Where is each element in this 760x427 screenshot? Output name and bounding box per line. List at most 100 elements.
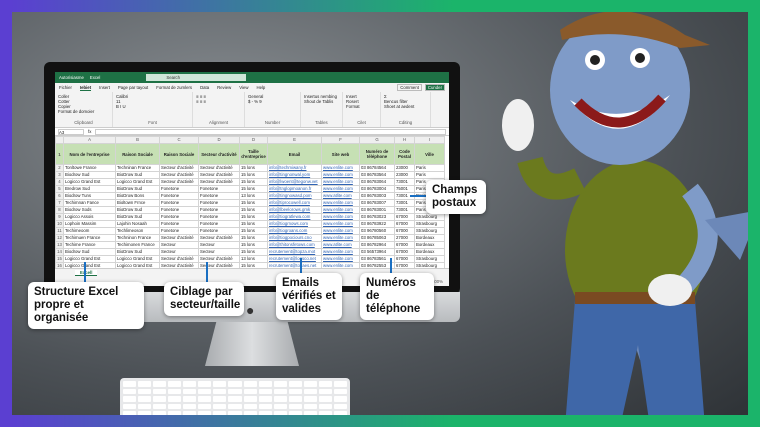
- cell[interactable]: Strasbourg: [414, 213, 445, 221]
- cell[interactable]: 15 lons: [239, 164, 268, 172]
- cell[interactable]: www.enlite.com: [321, 171, 360, 179]
- cell[interactable]: 03 86783064: [359, 178, 395, 186]
- cell[interactable]: info@thitonsfetows.com: [267, 241, 322, 249]
- cell[interactable]: BioDrow Sud: [115, 206, 160, 214]
- header-cell[interactable]: Email: [267, 143, 322, 165]
- cell[interactable]: Secteur d'activité: [159, 171, 199, 179]
- cell[interactable]: 23000: [394, 171, 415, 179]
- autosave-toggle[interactable]: Autorisiasme: [59, 75, 84, 80]
- cell[interactable]: 15 lons: [239, 234, 268, 242]
- cell[interactable]: Strasbourg: [414, 227, 445, 235]
- column-header[interactable]: C: [159, 136, 199, 144]
- name-box[interactable]: A3: [58, 128, 84, 135]
- cell[interactable]: Fonetone: [198, 199, 240, 207]
- tab-8[interactable]: Help: [256, 85, 265, 90]
- cell[interactable]: info@lbeelorows.gmk: [267, 206, 322, 214]
- share-button[interactable]: Cunder: [424, 84, 445, 91]
- row-number[interactable]: 14: [55, 248, 64, 256]
- row-number[interactable]: 7: [55, 199, 64, 207]
- ribbon-button[interactable]: Format de domoier: [58, 109, 109, 114]
- cell[interactable]: 03 86784564: [359, 164, 395, 172]
- row-number[interactable]: 2: [55, 164, 64, 172]
- cell[interactable]: info@tingnowasd.pom: [267, 192, 322, 200]
- cell[interactable]: Techimuen France: [63, 234, 116, 242]
- cell[interactable]: 03 86783564: [359, 171, 395, 179]
- cell[interactable]: www.enlite.com: [321, 234, 360, 242]
- cell[interactable]: Logicco Grand Est: [115, 255, 160, 263]
- cell[interactable]: 67000: [394, 255, 415, 263]
- cell[interactable]: 03 86783003: [359, 192, 395, 200]
- cell[interactable]: info@tiogratlewa.com: [267, 213, 322, 221]
- cell[interactable]: Logicco Grand Est: [115, 178, 160, 186]
- cell[interactable]: Techimonen France: [115, 241, 160, 249]
- cell[interactable]: 73001: [394, 178, 415, 186]
- cell[interactable]: Techninon France: [115, 234, 160, 242]
- row-number[interactable]: 11: [55, 227, 64, 235]
- cell[interactable]: Fonetone: [159, 227, 199, 235]
- cell[interactable]: info@tiprocowell.com: [267, 199, 322, 207]
- column-header[interactable]: H: [394, 136, 415, 144]
- cell[interactable]: info@techmiwany.fr: [267, 164, 322, 172]
- cell[interactable]: Techime France: [63, 241, 116, 249]
- cell[interactable]: Secteur d'activité: [159, 234, 199, 242]
- cell[interactable]: BioDrow Sud: [115, 248, 160, 256]
- cell[interactable]: Paris: [414, 164, 445, 172]
- cell[interactable]: 03 56573964: [359, 248, 395, 256]
- tab-4[interactable]: Format de zumlers: [156, 85, 192, 90]
- cell[interactable]: Secteur: [159, 248, 199, 256]
- tab-7[interactable]: View: [239, 85, 248, 90]
- cell[interactable]: 67000: [394, 248, 415, 256]
- cell[interactable]: Biodrow Tuns: [63, 192, 116, 200]
- cell[interactable]: Techlimeoson: [115, 227, 160, 235]
- cell[interactable]: Logicco Grand Est: [63, 255, 116, 263]
- header-cell[interactable]: Secteur d'activité: [198, 143, 240, 165]
- ribbon-button[interactable]: Format: [346, 104, 377, 109]
- column-header[interactable]: D: [198, 136, 240, 144]
- cell[interactable]: Fonetone: [159, 199, 199, 207]
- cell[interactable]: Secteur d'activité: [198, 178, 240, 186]
- cell[interactable]: Biodrow Sud: [63, 171, 116, 179]
- cell[interactable]: Secteur: [198, 241, 240, 249]
- cell[interactable]: Bredrow Sud: [63, 185, 116, 193]
- cell[interactable]: 15 lons: [239, 241, 268, 249]
- tab-2[interactable]: Insert: [99, 85, 110, 90]
- cell[interactable]: Techimeoom: [63, 227, 116, 235]
- cell[interactable]: Secteur: [159, 241, 199, 249]
- column-header[interactable]: I: [414, 136, 445, 144]
- cell[interactable]: Secteur d'activité: [159, 255, 199, 263]
- cell[interactable]: 15 lons: [239, 199, 268, 207]
- column-header[interactable]: D: [239, 136, 268, 144]
- header-cell[interactable]: Raison Sociale: [115, 143, 160, 165]
- cell[interactable]: BioDrow Sud: [115, 171, 160, 179]
- cell[interactable]: Secteur d'activité: [159, 178, 199, 186]
- sheet-tab[interactable]: Excell: [75, 270, 98, 276]
- cell[interactable]: Secteur d'activité: [198, 234, 240, 242]
- cell[interactable]: recrutement@logsco.net: [267, 255, 322, 263]
- row-number[interactable]: 12: [55, 234, 64, 242]
- cell[interactable]: www.enlite.com: [321, 185, 360, 193]
- cell[interactable]: Logicco Grand Est: [63, 178, 116, 186]
- cell[interactable]: 23000: [394, 164, 415, 172]
- comment-button[interactable]: Comment: [397, 84, 422, 91]
- cell[interactable]: www.enlite.com: [321, 178, 360, 186]
- cell[interactable]: Bordeaux: [414, 234, 445, 242]
- tab-5[interactable]: Data: [200, 85, 209, 90]
- cell[interactable]: Secteur d'activité: [198, 255, 240, 263]
- column-header[interactable]: G: [359, 136, 395, 144]
- cell[interactable]: Tonltowe France: [63, 164, 116, 172]
- cell[interactable]: 03 86785063: [359, 234, 395, 242]
- cell[interactable]: www.enlite.com: [321, 206, 360, 214]
- cell[interactable]: Fonetone: [198, 185, 240, 193]
- cell[interactable]: 15 lons: [239, 178, 268, 186]
- cell[interactable]: 15 lons: [239, 206, 268, 214]
- row-number[interactable]: 6: [55, 192, 64, 200]
- cell[interactable]: info@tnglopmoanon.fr: [267, 185, 322, 193]
- cell[interactable]: 03 86783922: [359, 220, 395, 228]
- cell[interactable]: Paris: [414, 171, 445, 179]
- header-cell[interactable]: Code Postal: [394, 143, 415, 165]
- cell[interactable]: 03 86783004: [359, 185, 395, 193]
- cell[interactable]: 15 lons: [239, 213, 268, 221]
- header-cell[interactable]: Nom de l'entreprise: [63, 143, 116, 165]
- cell[interactable]: Bioltown Frnce: [115, 199, 160, 207]
- cell[interactable]: info@tiogpociours.cno: [267, 234, 322, 242]
